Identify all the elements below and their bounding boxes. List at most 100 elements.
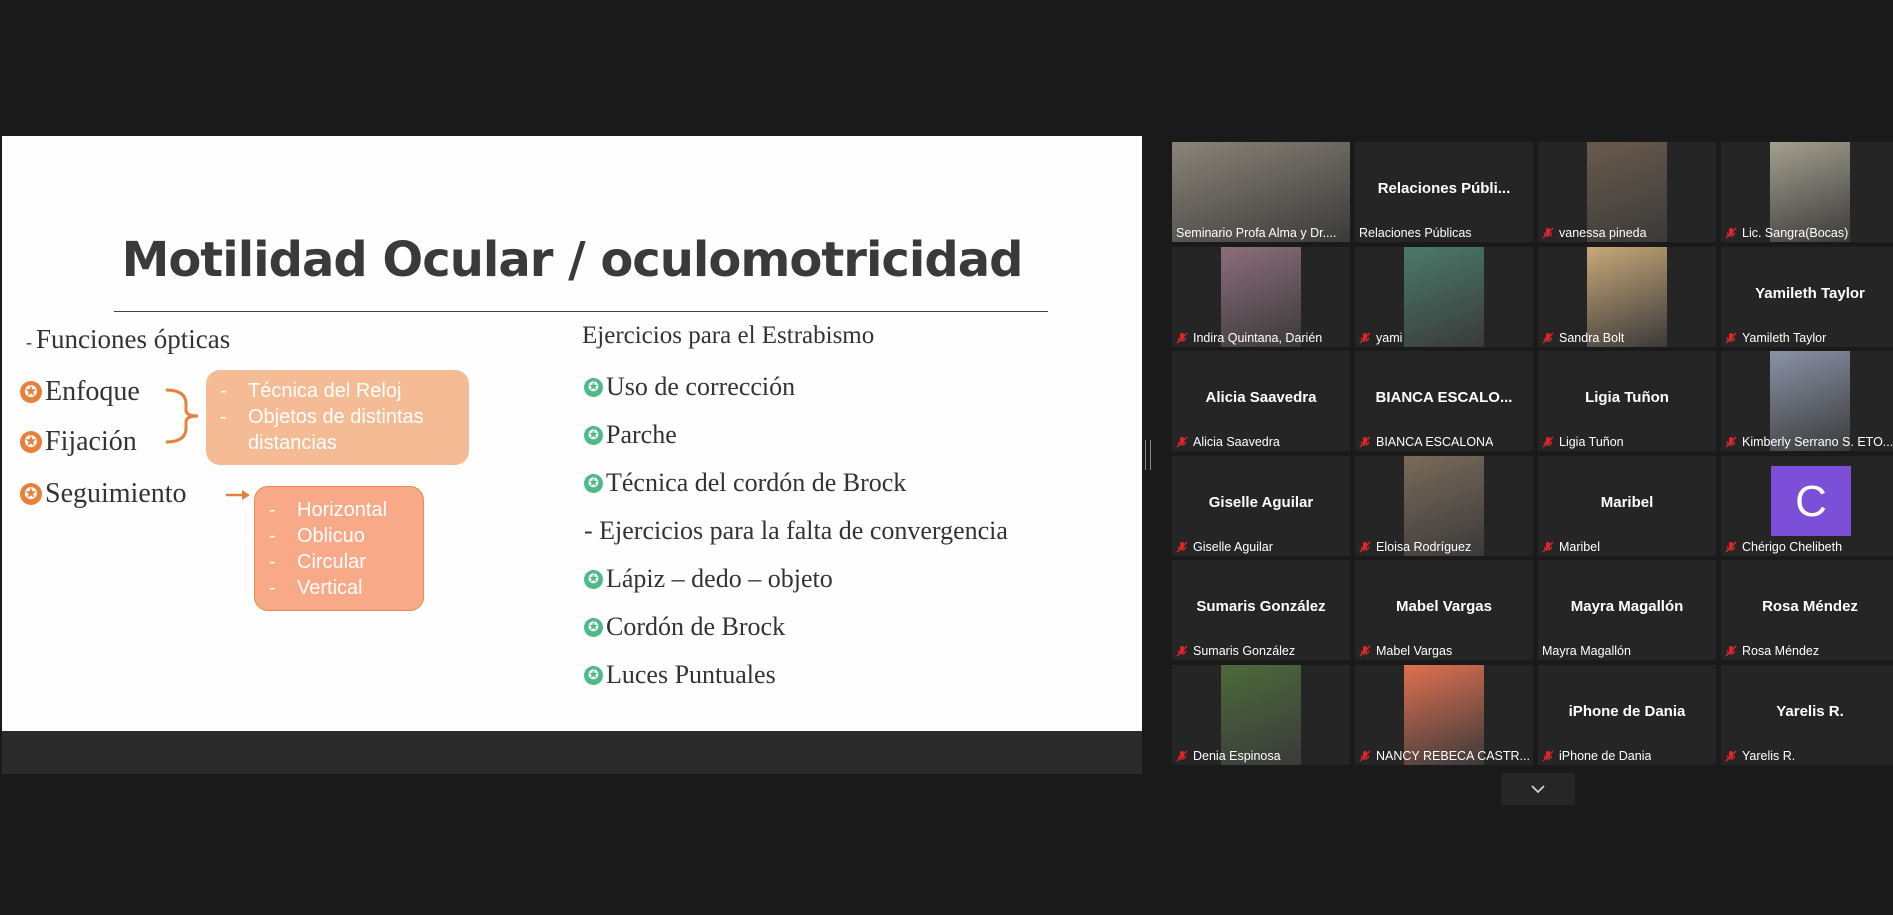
- avatar: C: [1771, 466, 1851, 536]
- star-bullet-icon: ✪: [20, 431, 42, 453]
- participant-tile[interactable]: Mabel Vargas Mabel Vargas: [1355, 560, 1533, 660]
- participant-tile[interactable]: yami: [1355, 247, 1533, 347]
- list-item-text: Luces Puntuales: [606, 660, 776, 689]
- mic-muted-icon: [1359, 645, 1371, 657]
- list-item-text: Técnica del cordón de Brock: [606, 468, 907, 497]
- participant-display-name: Relaciones Públi...: [1377, 180, 1511, 197]
- list-item-text: Seguimiento: [45, 478, 187, 509]
- splitter-handle[interactable]: [1145, 440, 1151, 470]
- participant-tile[interactable]: Kimberly Serrano S. ETO...: [1721, 351, 1893, 451]
- participant-display-name: Yarelis R.: [1776, 703, 1844, 720]
- participant-name: NANCY REBECA CASTR...: [1376, 749, 1530, 763]
- participant-name: Lic. Sangra(Bocas): [1742, 226, 1849, 240]
- shared-screen-footer: [2, 731, 1142, 774]
- participant-name: Ligia Tuñon: [1559, 435, 1624, 449]
- participant-name: Relaciones Públicas: [1359, 226, 1472, 240]
- participant-tile[interactable]: vanessa pineda: [1538, 142, 1716, 242]
- participant-display-name: Rosa Méndez: [1762, 598, 1858, 615]
- participant-tile[interactable]: iPhone de Dania iPhone de Dania: [1538, 665, 1716, 765]
- participant-name: Mabel Vargas: [1376, 644, 1453, 658]
- box-item: Objetos de distintas distancias: [220, 404, 469, 456]
- brace-icon: [165, 388, 199, 444]
- participant-tile[interactable]: Relaciones Públi... Relaciones Públicas: [1355, 142, 1533, 242]
- participant-tile[interactable]: Sumaris González Sumaris González: [1172, 560, 1350, 660]
- list-item: ✪ Técnica del cordón de Brock: [584, 468, 906, 498]
- participant-tile[interactable]: Mayra Magallón Mayra Magallón: [1538, 560, 1716, 660]
- mic-muted-icon: [1725, 227, 1737, 239]
- left-heading-text: Funciones ópticas: [36, 324, 231, 354]
- tracking-directions-box: Horizontal Oblicuo Circular Vertical: [254, 486, 424, 611]
- participant-tile[interactable]: Rosa Méndez Rosa Méndez: [1721, 560, 1893, 660]
- participant-name: Denia Espinosa: [1193, 749, 1281, 763]
- mic-muted-icon: [1359, 750, 1371, 762]
- participant-name-label: Ligia Tuñon: [1542, 435, 1624, 449]
- participant-tile[interactable]: Eloisa Rodríguez: [1355, 456, 1533, 556]
- slide-title: Motilidad Ocular / oculomotricidad: [121, 232, 1024, 288]
- participant-tile[interactable]: Giselle Aguilar Giselle Aguilar: [1172, 456, 1350, 556]
- mic-muted-icon: [1725, 541, 1737, 553]
- box-item: Oblicuo: [269, 523, 423, 549]
- participant-tile[interactable]: Lic. Sangra(Bocas): [1721, 142, 1893, 242]
- mic-muted-icon: [1176, 436, 1188, 448]
- participant-name: Indira Quintana, Darién: [1193, 331, 1323, 345]
- mic-muted-icon: [1176, 332, 1188, 344]
- participant-tile[interactable]: Indira Quintana, Darién: [1172, 247, 1350, 347]
- participant-display-name: iPhone de Dania: [1568, 703, 1686, 720]
- participant-name-label: Relaciones Públicas: [1359, 226, 1472, 240]
- participant-name: Seminario Profa Alma y Dr....: [1176, 226, 1337, 240]
- participant-name-label: NANCY REBECA CASTR...: [1359, 749, 1530, 763]
- list-item: ✪ Lápiz – dedo – objeto: [584, 564, 833, 594]
- mic-muted-icon: [1176, 645, 1188, 657]
- participant-tile[interactable]: Sandra Bolt: [1538, 247, 1716, 347]
- participant-name: Eloisa Rodríguez: [1376, 540, 1472, 554]
- participant-display-name: Alicia Saavedra: [1205, 389, 1317, 406]
- mic-muted-icon: [1725, 436, 1737, 448]
- list-item-text: Uso de corrección: [606, 372, 796, 401]
- star-bullet-icon: ✪: [584, 569, 603, 589]
- participant-tile[interactable]: BIANCA ESCALO... BIANCA ESCALONA: [1355, 351, 1533, 451]
- right-heading: Ejercicios para el Estrabismo: [582, 322, 875, 349]
- list-item: ✪ Fijación: [20, 426, 137, 458]
- participant-display-name: Ligia Tuñon: [1585, 389, 1669, 406]
- participant-tile[interactable]: Ligia Tuñon Ligia Tuñon: [1538, 351, 1716, 451]
- participant-name: Maribel: [1559, 540, 1600, 554]
- list-item-text: Enfoque: [45, 376, 140, 407]
- participant-name-label: iPhone de Dania: [1542, 749, 1651, 763]
- box-item: Horizontal: [269, 497, 423, 523]
- list-item-text: Lápiz – dedo – objeto: [606, 564, 833, 593]
- participant-name: BIANCA ESCALONA: [1376, 435, 1494, 449]
- mic-muted-icon: [1359, 332, 1371, 344]
- participant-name: Yamileth Taylor: [1742, 331, 1827, 345]
- participant-name-label: Indira Quintana, Darién: [1176, 331, 1322, 345]
- list-item: ✪ Seguimiento: [20, 478, 187, 510]
- participant-display-name: Maribel: [1600, 494, 1654, 511]
- participant-tile[interactable]: Maribel Maribel: [1538, 456, 1716, 556]
- participant-name-label: Lic. Sangra(Bocas): [1725, 226, 1848, 240]
- list-item: ✪ Cordón de Brock: [584, 612, 785, 642]
- participant-name-label: Mayra Magallón: [1542, 644, 1631, 658]
- participant-name: yami: [1376, 331, 1403, 345]
- participant-name: Rosa Méndez: [1742, 644, 1820, 658]
- participant-name-label: vanessa pineda: [1542, 226, 1647, 240]
- box-item: Técnica del Reloj: [220, 378, 469, 404]
- participant-name: Giselle Aguilar: [1193, 540, 1273, 554]
- participant-tile[interactable]: Alicia Saavedra Alicia Saavedra: [1172, 351, 1350, 451]
- star-bullet-icon: ✪: [584, 425, 603, 445]
- mic-muted-icon: [1725, 645, 1737, 657]
- participant-tile[interactable]: Yarelis R. Yarelis R.: [1721, 665, 1893, 765]
- participant-name-label: Seminario Profa Alma y Dr....: [1176, 226, 1336, 240]
- participant-name-label: yami: [1359, 331, 1402, 345]
- title-divider: [114, 311, 1048, 312]
- participant-name-label: Yarelis R.: [1725, 749, 1795, 763]
- gallery-next-page-button[interactable]: [1501, 773, 1575, 805]
- participant-tile[interactable]: Yamileth Taylor Yamileth Taylor: [1721, 247, 1893, 347]
- participant-tile[interactable]: Denia Espinosa: [1172, 665, 1350, 765]
- arrow-right-icon: [226, 490, 250, 500]
- list-item: ✪ Enfoque: [20, 376, 140, 408]
- participant-name: vanessa pineda: [1559, 226, 1647, 240]
- participant-name-label: Rosa Méndez: [1725, 644, 1819, 658]
- participant-tile[interactable]: NANCY REBECA CASTR...: [1355, 665, 1533, 765]
- participant-tile[interactable]: C Chérigo Chelibeth: [1721, 456, 1893, 556]
- participant-tile[interactable]: Seminario Profa Alma y Dr....: [1172, 142, 1350, 242]
- participant-name-label: Sandra Bolt: [1542, 331, 1624, 345]
